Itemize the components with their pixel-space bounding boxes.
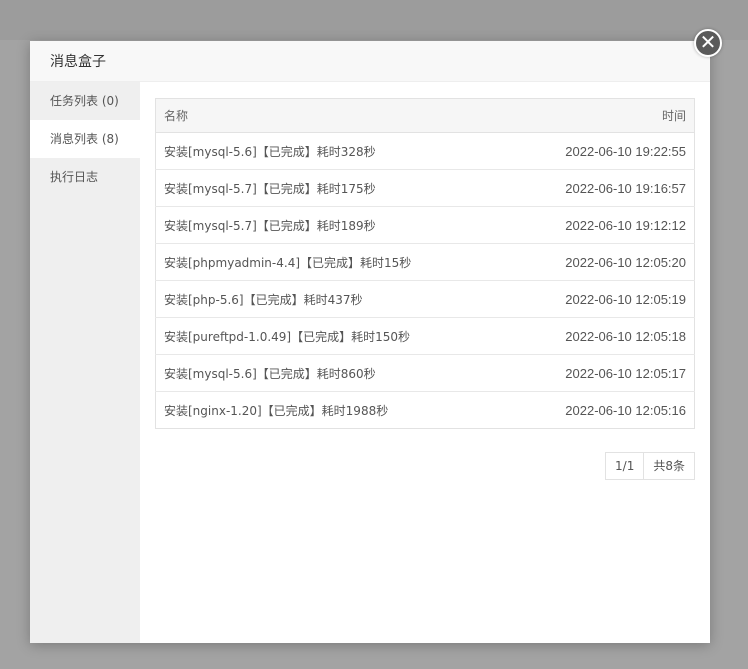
message-time: 2022-06-10 12:05:20 (565, 254, 686, 270)
message-name: 安装[mysql-5.7]【已完成】耗时175秒 (164, 181, 376, 196)
column-header-time: 时间 (510, 98, 695, 133)
pagination: 1/1 共8条 (605, 452, 695, 480)
message-time: 2022-06-10 12:05:19 (565, 291, 686, 307)
message-name: 安装[pureftpd-1.0.49]【已完成】耗时150秒 (164, 329, 410, 344)
message-time: 2022-06-10 12:05:17 (565, 365, 686, 381)
message-time: 2022-06-10 19:12:12 (565, 217, 686, 233)
total-count: 共8条 (644, 452, 695, 480)
message-name: 安装[mysql-5.7]【已完成】耗时189秒 (164, 218, 376, 233)
table-row: 安装[mysql-5.6]【已完成】耗时860秒 2022-06-10 12:0… (155, 355, 695, 392)
message-name: 安装[php-5.6]【已完成】耗时437秒 (164, 292, 363, 307)
message-time: 2022-06-10 19:16:57 (565, 180, 686, 196)
sidebar: 任务列表 (0) 消息列表 (8) 执行日志 (30, 82, 140, 643)
message-name: 安装[mysql-5.6]【已完成】耗时860秒 (164, 366, 376, 381)
message-name: 安装[phpmyadmin-4.4]【已完成】耗时15秒 (164, 255, 412, 270)
message-name: 安装[nginx-1.20]【已完成】耗时1988秒 (164, 403, 389, 418)
dialog-title: 消息盒子 (30, 41, 710, 82)
message-name: 安装[mysql-5.6]【已完成】耗时328秒 (164, 144, 376, 159)
page-indicator[interactable]: 1/1 (605, 452, 645, 480)
table-row: 安装[nginx-1.20]【已完成】耗时1988秒 2022-06-10 12… (156, 392, 695, 429)
table-row: 安装[mysql-5.7]【已完成】耗时189秒 2022-06-10 19:1… (155, 207, 695, 244)
sidebar-item-messages[interactable]: 消息列表 (8) (30, 120, 140, 158)
table-row: 安装[phpmyadmin-4.4]【已完成】耗时15秒 2022-06-10 … (155, 244, 695, 281)
table-header-row: 名称 时间 (155, 98, 695, 133)
table-row: 安装[pureftpd-1.0.49]【已完成】耗时150秒 2022-06-1… (155, 318, 695, 355)
column-header-name: 名称 (155, 98, 511, 133)
message-box-dialog: 消息盒子 任务列表 (0) 消息列表 (8) 执行日志 名称 时间 安装[mys… (30, 41, 710, 643)
message-list-panel: 名称 时间 安装[mysql-5.6]【已完成】耗时328秒 2022-06-1… (155, 98, 695, 429)
message-time: 2022-06-10 12:05:18 (565, 328, 686, 344)
page-backdrop (0, 0, 748, 40)
message-table: 名称 时间 安装[mysql-5.6]【已完成】耗时328秒 2022-06-1… (155, 98, 695, 429)
message-time: 2022-06-10 19:22:55 (565, 143, 686, 159)
table-row: 安装[mysql-5.6]【已完成】耗时328秒 2022-06-10 19:2… (155, 133, 695, 170)
close-icon[interactable]: ✕ (694, 29, 722, 57)
table-row: 安装[mysql-5.7]【已完成】耗时175秒 2022-06-10 19:1… (155, 170, 695, 207)
sidebar-item-exec-log[interactable]: 执行日志 (30, 158, 140, 196)
message-time: 2022-06-10 12:05:16 (565, 402, 686, 418)
sidebar-item-tasks[interactable]: 任务列表 (0) (30, 82, 140, 120)
table-row: 安装[php-5.6]【已完成】耗时437秒 2022-06-10 12:05:… (155, 281, 695, 318)
